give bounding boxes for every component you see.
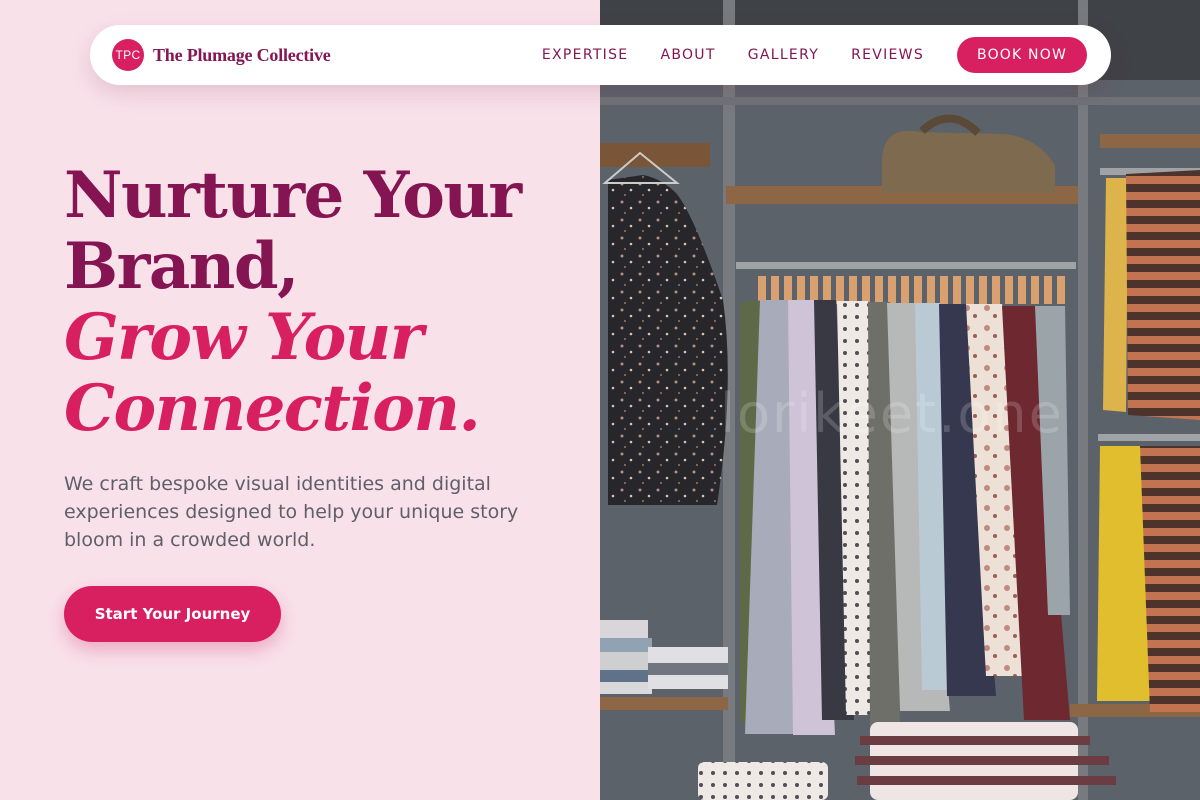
nav-links: EXPERTISE ABOUT GALLERY REVIEWS BOOK NOW [542,37,1087,73]
brand[interactable]: TPC The Plumage Collective [112,39,331,71]
nav-link-expertise[interactable]: EXPERTISE [542,47,629,63]
book-now-button[interactable]: BOOK NOW [957,37,1087,73]
hero-subtext: We craft bespoke visual identities and d… [64,473,519,551]
start-journey-button[interactable]: Start Your Journey [64,586,281,642]
headline-line-4: Connection. [64,371,481,446]
headline-line-1: Nurture Your [64,158,522,233]
top-nav: TPC The Plumage Collective EXPERTISE ABO… [90,25,1111,85]
nav-link-gallery[interactable]: GALLERY [748,47,819,63]
brand-name: The Plumage Collective [153,44,331,65]
nav-link-reviews[interactable]: REVIEWS [851,47,924,63]
nav-link-about[interactable]: ABOUT [660,47,715,63]
headline-line-3: Grow Your [64,300,424,375]
watermark-text: lorikeet.one [720,382,1064,445]
hero-image: lorikeet.one [600,0,1200,800]
headline-line-2: Brand, [64,229,299,304]
brand-logo-icon: TPC [112,39,144,71]
hero-headline: Nurture Your Brand, Grow Your Connection… [64,160,594,444]
